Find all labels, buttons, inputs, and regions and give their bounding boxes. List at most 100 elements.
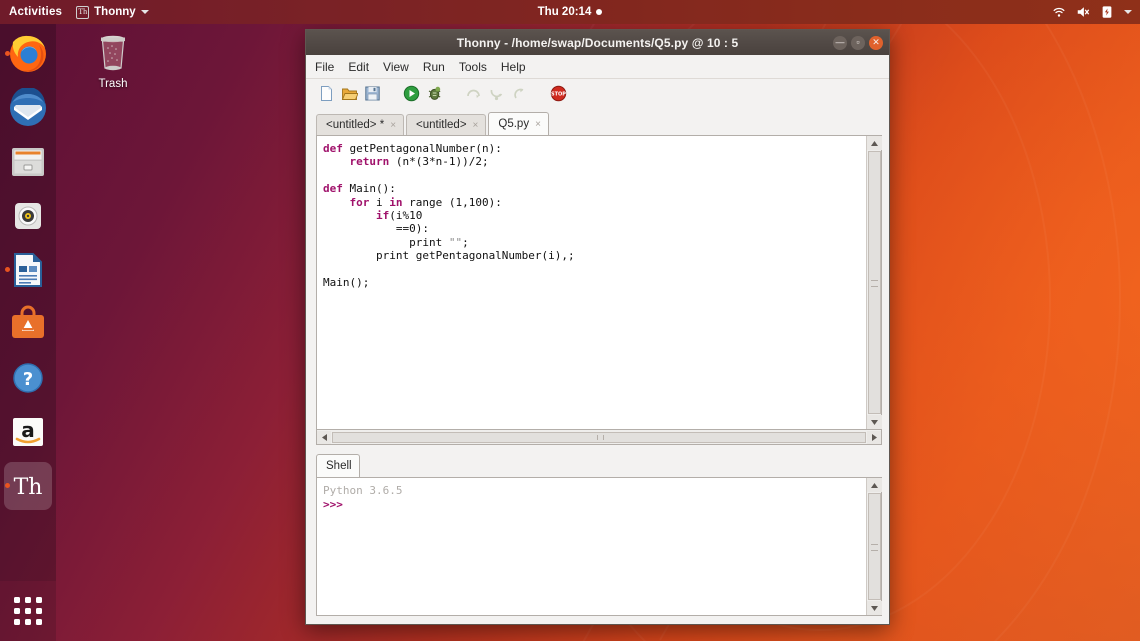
svg-text:Th: Th [14, 475, 43, 500]
scroll-track[interactable] [867, 492, 882, 601]
volume-muted-icon [1076, 5, 1090, 19]
code-line: ==0): [323, 222, 866, 235]
close-icon[interactable]: × [390, 120, 396, 131]
menubar: File Edit View Run Tools Help [306, 55, 889, 79]
tab-label: Shell [326, 460, 352, 472]
run-icon[interactable] [403, 85, 420, 102]
running-indicator [5, 267, 10, 272]
dock-item-libreoffice-writer[interactable] [4, 246, 52, 294]
shell-tabbar: Shell [316, 454, 882, 477]
editor-tab-untitled[interactable]: <untitled> × [406, 114, 486, 135]
desktop-icon-trash[interactable]: Trash [82, 30, 144, 90]
shell-vertical-scrollbar[interactable] [866, 478, 881, 615]
notification-dot-icon [596, 9, 602, 15]
top-panel: Activities Th Thonny Thu 20:14 [0, 0, 1140, 24]
scroll-right-icon[interactable] [867, 431, 881, 444]
desktop: Activities Th Thonny Thu 20:14 [0, 0, 1140, 641]
debug-icon[interactable] [426, 85, 443, 102]
code-line [323, 263, 866, 276]
dock-item-thonny[interactable]: Th [4, 462, 52, 510]
shell-body: Python 3.6.5 >>> [316, 477, 882, 616]
close-icon[interactable]: × [473, 120, 479, 131]
clock-button[interactable]: Thu 20:14 [0, 0, 1140, 24]
editor-tab-q5[interactable]: Q5.py × [488, 112, 549, 135]
dock-item-amazon[interactable]: a [4, 408, 52, 456]
dock-item-help[interactable]: ? [4, 354, 52, 402]
code-line: if(i%10 [323, 209, 866, 222]
rhythmbox-icon [8, 196, 48, 236]
wifi-icon [1052, 5, 1066, 19]
menu-help[interactable]: Help [501, 60, 526, 74]
files-icon [8, 142, 48, 182]
open-file-icon[interactable] [341, 85, 358, 102]
scroll-thumb[interactable] [868, 151, 881, 414]
shell-output[interactable]: Python 3.6.5 >>> [317, 478, 866, 615]
code-line: def getPentagonalNumber(n): [323, 142, 866, 155]
editor-vertical-scrollbar[interactable] [866, 136, 881, 429]
menu-run[interactable]: Run [423, 60, 445, 74]
minimize-button[interactable]: — [833, 36, 847, 50]
tab-label: Q5.py [498, 118, 529, 130]
menu-file[interactable]: File [315, 60, 334, 74]
clock-label: Thu 20:14 [538, 6, 592, 18]
close-icon[interactable]: × [535, 119, 541, 130]
step-out-icon [511, 85, 528, 102]
scroll-thumb[interactable] [332, 432, 866, 443]
code-line: print ""; [323, 236, 866, 249]
new-file-icon[interactable] [318, 85, 335, 102]
dock-item-files[interactable] [4, 138, 52, 186]
amazon-icon: a [8, 412, 48, 452]
code-line: Main(); [323, 276, 866, 289]
stop-icon[interactable]: STOP [550, 85, 567, 102]
thunderbird-icon [8, 88, 48, 128]
save-file-icon[interactable] [364, 85, 381, 102]
thonny-icon: Th [8, 466, 48, 506]
dock-item-thunderbird[interactable] [4, 84, 52, 132]
window-titlebar[interactable]: Thonny - /home/swap/Documents/Q5.py @ 10… [306, 30, 889, 55]
system-status-area[interactable] [1052, 0, 1132, 24]
editor-horizontal-scrollbar[interactable] [316, 430, 882, 445]
help-icon: ? [8, 358, 48, 398]
scroll-left-icon[interactable] [317, 431, 331, 444]
scroll-track[interactable] [867, 150, 882, 415]
dock: ? a Th [0, 24, 56, 581]
grid-dots-icon [14, 597, 42, 625]
dock-item-ubuntu-software[interactable] [4, 300, 52, 348]
close-button[interactable]: ✕ [869, 36, 883, 50]
step-into-icon [488, 85, 505, 102]
maximize-button[interactable]: ▫ [851, 36, 865, 50]
svg-text:STOP: STOP [551, 92, 566, 98]
shell-pane: Shell Python 3.6.5 >>> [316, 454, 882, 616]
scroll-track[interactable] [331, 431, 867, 444]
menu-tools[interactable]: Tools [459, 60, 487, 74]
shell-tab[interactable]: Shell [316, 454, 360, 477]
trash-icon [90, 30, 136, 76]
editor-tab-untitled-modified[interactable]: <untitled> * × [316, 114, 404, 135]
code-line: def Main(): [323, 182, 866, 195]
svg-text:a: a [21, 418, 35, 442]
editor-body: def getPentagonalNumber(n): return (n*(3… [316, 135, 882, 430]
editor-tabbar: <untitled> * × <untitled> × Q5.py × [316, 112, 882, 135]
code-text-area[interactable]: def getPentagonalNumber(n): return (n*(3… [317, 136, 866, 429]
code-line: print getPentagonalNumber(i),; [323, 249, 866, 262]
scroll-down-icon[interactable] [867, 601, 882, 615]
scroll-thumb[interactable] [868, 493, 881, 600]
tab-label: <untitled> [416, 119, 467, 131]
dock-item-rhythmbox[interactable] [4, 192, 52, 240]
menu-view[interactable]: View [383, 60, 409, 74]
ubuntu-software-icon [8, 304, 48, 344]
thonny-window: Thonny - /home/swap/Documents/Q5.py @ 10… [305, 29, 890, 625]
running-indicator [5, 51, 10, 56]
scroll-down-icon[interactable] [867, 415, 882, 429]
code-line: return (n*(3*n-1))/2; [323, 155, 866, 168]
scroll-up-icon[interactable] [867, 478, 882, 492]
shell-prompt: >>> [323, 498, 343, 511]
scroll-up-icon[interactable] [867, 136, 882, 150]
dock-item-firefox[interactable] [4, 30, 52, 78]
show-applications-button[interactable] [0, 581, 56, 641]
system-menu-chevron-icon[interactable] [1124, 10, 1132, 14]
svg-text:?: ? [23, 369, 33, 390]
code-line: for i in range (1,100): [323, 196, 866, 209]
tab-label: <untitled> * [326, 119, 384, 131]
menu-edit[interactable]: Edit [348, 60, 369, 74]
